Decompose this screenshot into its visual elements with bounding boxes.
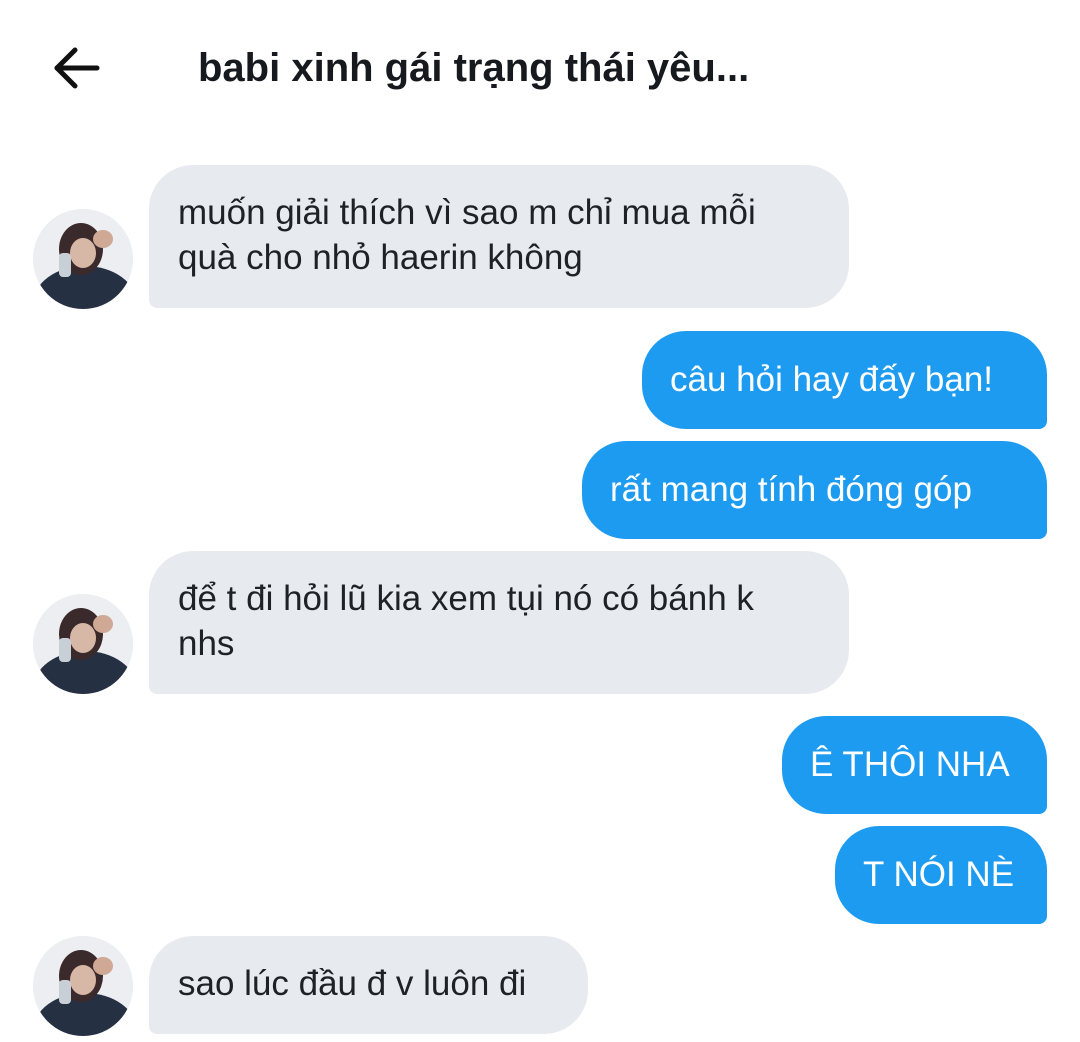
contact-avatar[interactable] xyxy=(33,209,133,309)
avatar-photo xyxy=(33,209,133,309)
back-button[interactable] xyxy=(44,36,108,100)
message-incoming[interactable]: để t đi hỏi lũ kia xem tụi nó có bánh k … xyxy=(149,551,849,694)
message-outgoing[interactable]: rất mang tính đóng góp xyxy=(582,441,1047,539)
conversation-title[interactable]: babi xinh gái trạng thái yêu... xyxy=(198,40,749,96)
message-outgoing[interactable]: Ê THÔI NHA xyxy=(782,716,1047,814)
avatar-photo xyxy=(33,936,133,1036)
message-outgoing[interactable]: câu hỏi hay đấy bạn! xyxy=(642,331,1047,429)
conversation-header: babi xinh gái trạng thái yêu... xyxy=(0,0,1080,130)
message-incoming[interactable]: muốn giải thích vì sao m chỉ mua mỗi quà… xyxy=(149,165,849,308)
contact-avatar[interactable] xyxy=(33,594,133,694)
avatar-photo xyxy=(33,594,133,694)
arrow-left-icon xyxy=(54,47,100,89)
contact-avatar[interactable] xyxy=(33,936,133,1036)
message-outgoing[interactable]: T NÓI NÈ xyxy=(835,826,1047,924)
message-incoming[interactable]: sao lúc đầu đ v luôn đi xyxy=(149,936,588,1034)
